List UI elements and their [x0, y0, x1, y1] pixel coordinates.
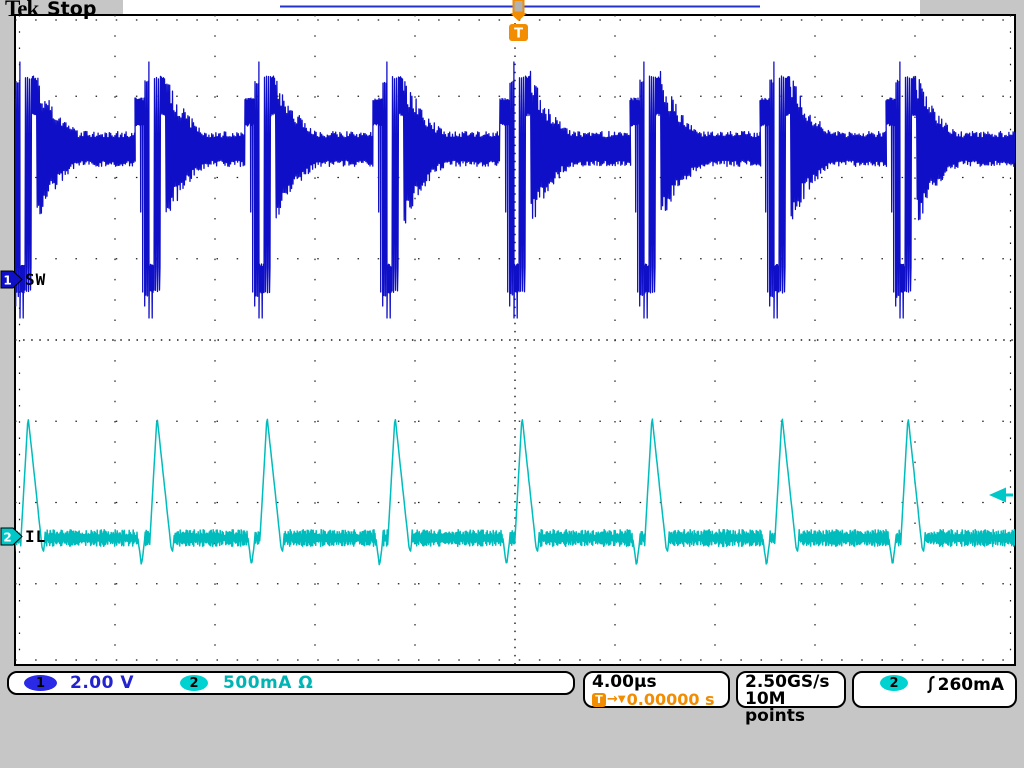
trigger-flag-icon: T: [509, 24, 528, 42]
ch2-badge: 2: [180, 675, 208, 691]
timebase-scale: 4.00µs: [592, 674, 728, 691]
svg-text:T: T: [514, 27, 523, 42]
trigger-marker-icon: ▼: [618, 692, 626, 708]
ch2-scale: 500mA Ω: [223, 673, 313, 693]
ch1-badge: 1: [24, 675, 57, 691]
svg-text:1: 1: [3, 274, 11, 288]
ch1-scale: 2.00 V: [70, 673, 134, 693]
trigger-box: 2 260mA: [852, 671, 1017, 708]
channel-readout-bar: 1 2.00 V 2 500mA Ω: [7, 671, 575, 695]
record-length: 10M points: [745, 691, 844, 725]
ch1-label: SW: [25, 270, 46, 289]
acquisition-box: 2.50GS/s 10M points: [736, 671, 846, 708]
rising-edge-icon: [924, 675, 938, 694]
trigger-time: 0.00000 s: [627, 692, 715, 708]
trigger-source-badge: 2: [880, 675, 908, 691]
svg-text:2: 2: [3, 531, 11, 545]
trigger-position-readout: T→▼0.00000 s: [592, 692, 728, 708]
t-badge-icon: T: [592, 693, 606, 707]
oscilloscope-screen: { "header": { "logo": "Tek", "status": "…: [0, 0, 1024, 768]
timebase-box: 4.00µs T→▼0.00000 s: [583, 671, 730, 708]
acquisition-status: Stop: [47, 0, 96, 20]
scope-display: T 1 SW 2 IL: [0, 0, 1024, 768]
trigger-level: 260mA: [938, 675, 1004, 695]
ch2-label: IL: [25, 527, 46, 546]
tek-logo: Tek: [5, 0, 38, 22]
trigger-arrow-icon: →: [607, 692, 618, 708]
